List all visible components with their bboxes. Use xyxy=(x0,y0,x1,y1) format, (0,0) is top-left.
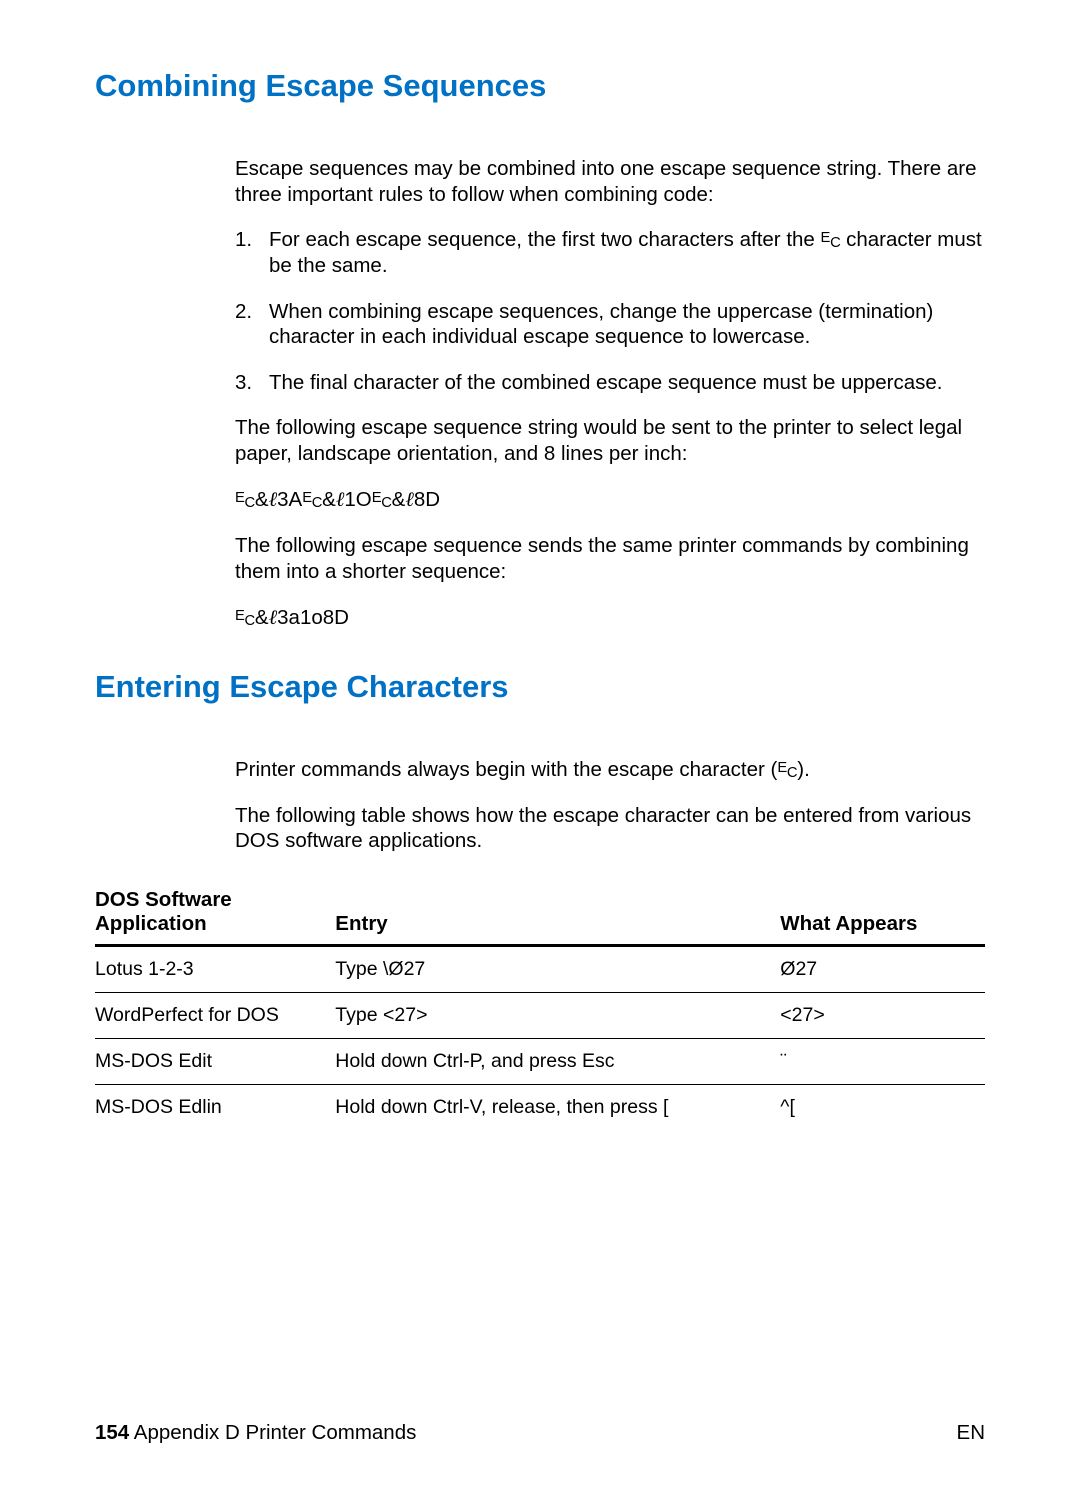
rule-1-before: For each escape sequence, the first two … xyxy=(269,228,821,251)
cell-appears: Ø27 xyxy=(780,946,985,993)
cell-app: MS-DOS Edlin xyxy=(95,1085,335,1131)
seq-part: 1O xyxy=(344,488,371,511)
table-row: MS-DOS Edit Hold down Ctrl-P, and press … xyxy=(95,1039,985,1085)
page-footer: 154 Appendix D Printer Commands EN xyxy=(95,1421,985,1445)
cell-entry: Type \Ø27 xyxy=(335,946,780,993)
cell-entry: Hold down Ctrl-P, and press Esc xyxy=(335,1039,780,1085)
ell-symbol: ℓ xyxy=(405,489,414,511)
col-header-appears: What Appears xyxy=(780,884,985,946)
col1-line2: Application xyxy=(95,912,207,935)
escape-sequence-long: EC&ℓ3AEC&ℓ1OEC&ℓ8D xyxy=(235,487,985,514)
entering-p1a: Printer commands always begin with the e… xyxy=(235,758,777,781)
escape-sequence-short: EC&ℓ3a1o8D xyxy=(235,605,985,632)
cell-app: WordPerfect for DOS xyxy=(95,993,335,1039)
ec-symbol: EC xyxy=(777,764,797,780)
ec-symbol: EC xyxy=(302,494,322,510)
ec-symbol: EC xyxy=(235,612,255,628)
entering-p2: The following table shows how the escape… xyxy=(235,803,985,854)
combining-para3: The following escape sequence sends the … xyxy=(235,533,985,584)
cell-entry: Hold down Ctrl-V, release, then press [ xyxy=(335,1085,780,1131)
footer-lang: EN xyxy=(957,1421,985,1445)
heading-entering: Entering Escape Characters xyxy=(95,669,985,705)
col1-line1: DOS Software xyxy=(95,888,232,911)
col-header-application: DOS Software Application xyxy=(95,884,335,946)
combining-para2: The following escape sequence string wou… xyxy=(235,415,985,466)
cell-appears: ¨ xyxy=(780,1039,985,1085)
ell-symbol: ℓ xyxy=(269,489,278,511)
entering-p1: Printer commands always begin with the e… xyxy=(235,757,985,783)
seq-part: 3A xyxy=(277,488,302,511)
table-row: WordPerfect for DOS Type <27> <27> xyxy=(95,993,985,1039)
page-number: 154 xyxy=(95,1421,129,1444)
table-row: MS-DOS Edlin Hold down Ctrl-V, release, … xyxy=(95,1085,985,1131)
rule-1: For each escape sequence, the first two … xyxy=(235,227,985,278)
seq2-b: 3a1o8D xyxy=(277,606,349,629)
ell-symbol: ℓ xyxy=(269,607,278,629)
seq-part: & xyxy=(392,488,406,511)
table-row: Lotus 1-2-3 Type \Ø27 Ø27 xyxy=(95,946,985,993)
cell-app: MS-DOS Edit xyxy=(95,1039,335,1085)
heading-combining: Combining Escape Sequences xyxy=(95,68,985,104)
cell-appears: <27> xyxy=(780,993,985,1039)
entering-body: Printer commands always begin with the e… xyxy=(235,757,985,854)
footer-left: 154 Appendix D Printer Commands xyxy=(95,1421,416,1445)
cell-entry: Type <27> xyxy=(335,993,780,1039)
rule-3: The final character of the combined esca… xyxy=(235,370,985,396)
cell-app: Lotus 1-2-3 xyxy=(95,946,335,993)
cell-appears: ^[ xyxy=(780,1085,985,1131)
seq-part: & xyxy=(322,488,336,511)
ec-symbol: EC xyxy=(372,494,392,510)
ec-symbol: EC xyxy=(235,494,255,510)
ec-symbol: EC xyxy=(821,234,841,250)
rules-list: For each escape sequence, the first two … xyxy=(235,227,985,395)
seq2-a: & xyxy=(255,606,269,629)
footer-section: Appendix D Printer Commands xyxy=(129,1421,416,1444)
rule-2: When combining escape sequences, change … xyxy=(235,299,985,350)
seq-part: & xyxy=(255,488,269,511)
combining-body: Escape sequences may be combined into on… xyxy=(235,156,985,631)
escape-character-table: DOS Software Application Entry What Appe… xyxy=(95,884,985,1130)
entering-p1b: ). xyxy=(797,758,810,781)
seq-part: 8D xyxy=(414,488,440,511)
combining-intro: Escape sequences may be combined into on… xyxy=(235,156,985,207)
col-header-entry: Entry xyxy=(335,884,780,946)
